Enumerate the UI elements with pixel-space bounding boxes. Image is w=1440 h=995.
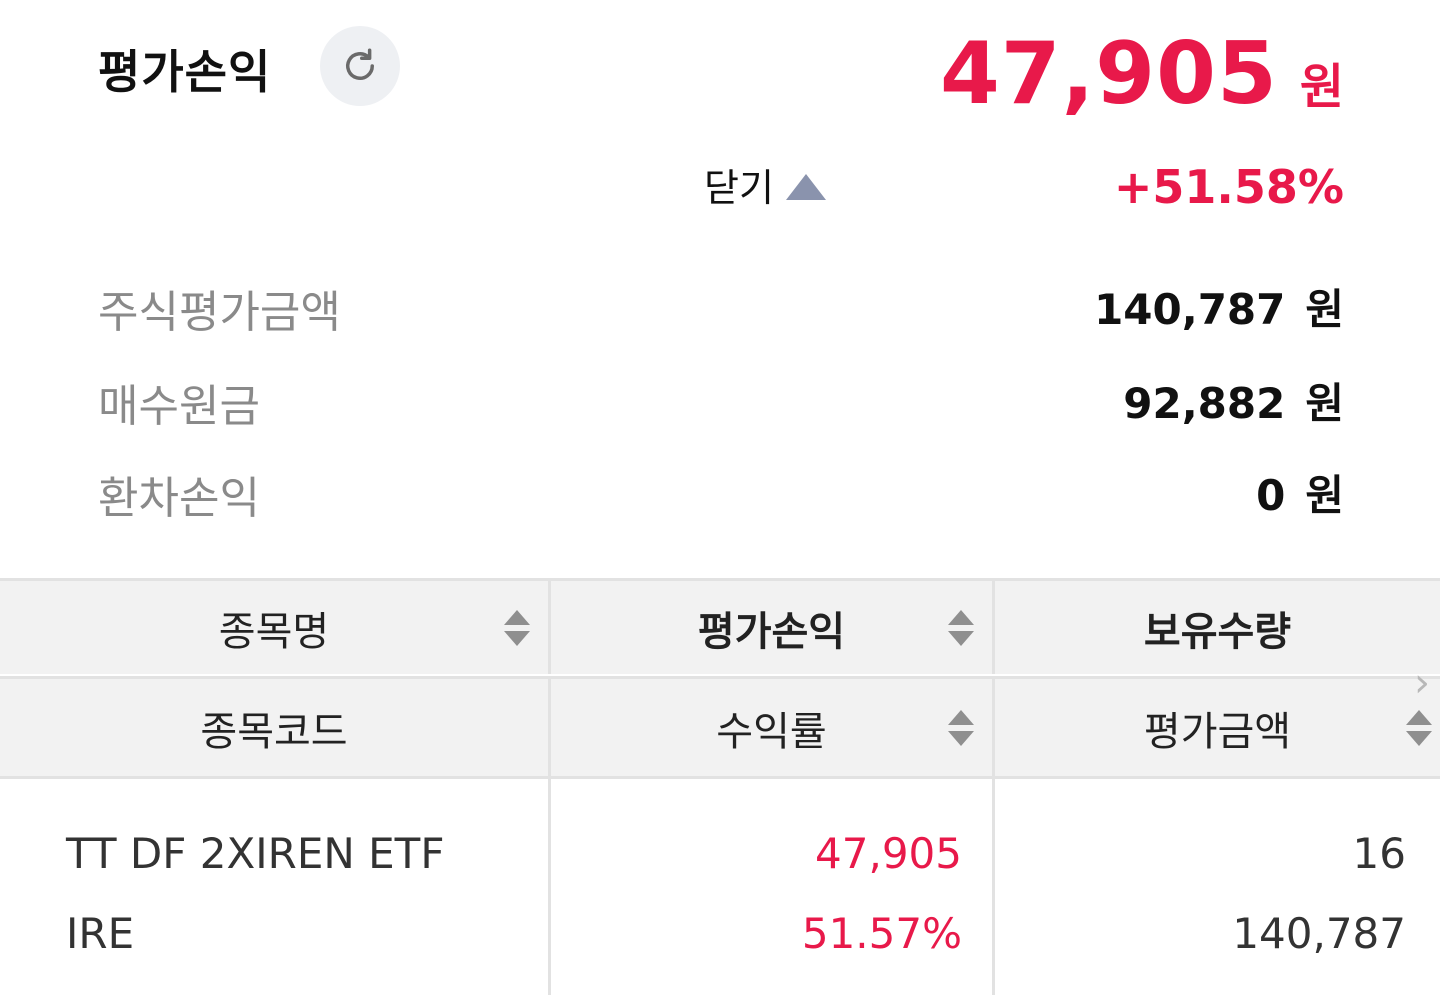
column-divider (992, 779, 995, 995)
holdings-table: 종목명 평가손익 보유수량 종목코드 수익률 평가금액 › TT DF 2XIR… (0, 578, 1440, 995)
stock-eval-amount-value: 140,787 원 (1094, 276, 1344, 337)
col-header-return-rate[interactable]: 수익률 (551, 679, 992, 776)
col-header-eval-amount[interactable]: 평가금액 (995, 679, 1440, 776)
summary-title: 평가손익 (98, 45, 272, 99)
sort-icon[interactable] (504, 609, 530, 646)
total-pl-unit: 원 (1299, 59, 1344, 115)
purchase-principal-label: 매수원금 (98, 381, 260, 432)
row-eval-amount: 140,787 (1232, 909, 1406, 958)
sort-icon[interactable] (1406, 709, 1432, 746)
stock-code: IRE (66, 909, 135, 958)
chevron-right-icon[interactable]: › (1414, 660, 1430, 706)
refresh-icon (346, 48, 374, 80)
header-row-2: 종목코드 수익률 평가금액 (0, 676, 1440, 776)
stock-eval-amount-unit: 원 (1305, 285, 1344, 334)
sort-icon[interactable] (948, 609, 974, 646)
collapse-label: 닫기 (704, 166, 774, 210)
sort-icon[interactable] (948, 709, 974, 746)
caret-up-icon (785, 173, 826, 200)
stock-name: TT DF 2XIREN ETF (66, 829, 445, 878)
purchase-principal-value: 92,882 원 (1123, 370, 1344, 431)
col-header-return-rate-label: 수익률 (716, 708, 827, 755)
col-header-quantity[interactable]: 보유수량 (995, 581, 1440, 674)
col-header-eval-amount-label: 평가금액 (1143, 708, 1292, 755)
col-header-stock-name-label: 종목명 (218, 608, 330, 655)
col-header-pl[interactable]: 평가손익 (551, 581, 992, 674)
purchase-principal-number: 92,882 (1123, 379, 1286, 428)
table-row[interactable]: TT DF 2XIREN ETF IRE 47,905 51.57% 16 14… (0, 779, 1440, 995)
stock-eval-amount-label: 주식평가금액 (98, 287, 341, 338)
total-pl-amount: 47,905 원 (940, 24, 1344, 124)
purchase-principal-unit: 원 (1305, 379, 1344, 428)
fx-pl-number: 0 (1256, 471, 1286, 520)
column-divider (548, 779, 551, 995)
header-row-1: 종목명 평가손익 보유수량 (0, 578, 1440, 674)
col-header-stock-code-label: 종목코드 (200, 708, 348, 755)
refresh-button[interactable] (320, 26, 400, 106)
collapse-toggle[interactable]: 닫기 (704, 157, 826, 212)
col-header-quantity-label: 보유수량 (1143, 608, 1292, 655)
col-header-pl-label: 평가손익 (697, 608, 846, 655)
evaluation-summary: 평가손익 47,905 원 닫기 +51.58% 주식평가금액 140,787 … (0, 0, 1440, 578)
row-pl-amount: 47,905 (815, 829, 962, 878)
total-pl-rate: +51.58% (1113, 160, 1344, 214)
col-header-stock-code[interactable]: 종목코드 (0, 679, 548, 776)
fx-pl-label: 환차손익 (98, 473, 260, 524)
col-header-stock-name[interactable]: 종목명 (0, 581, 548, 674)
stock-eval-amount-number: 140,787 (1094, 285, 1286, 334)
row-quantity: 16 (1352, 829, 1406, 878)
total-pl-value: 47,905 (939, 24, 1278, 124)
fx-pl-unit: 원 (1305, 471, 1344, 520)
fx-pl-value: 0 원 (1256, 462, 1344, 523)
row-return-rate: 51.57% (801, 909, 962, 958)
